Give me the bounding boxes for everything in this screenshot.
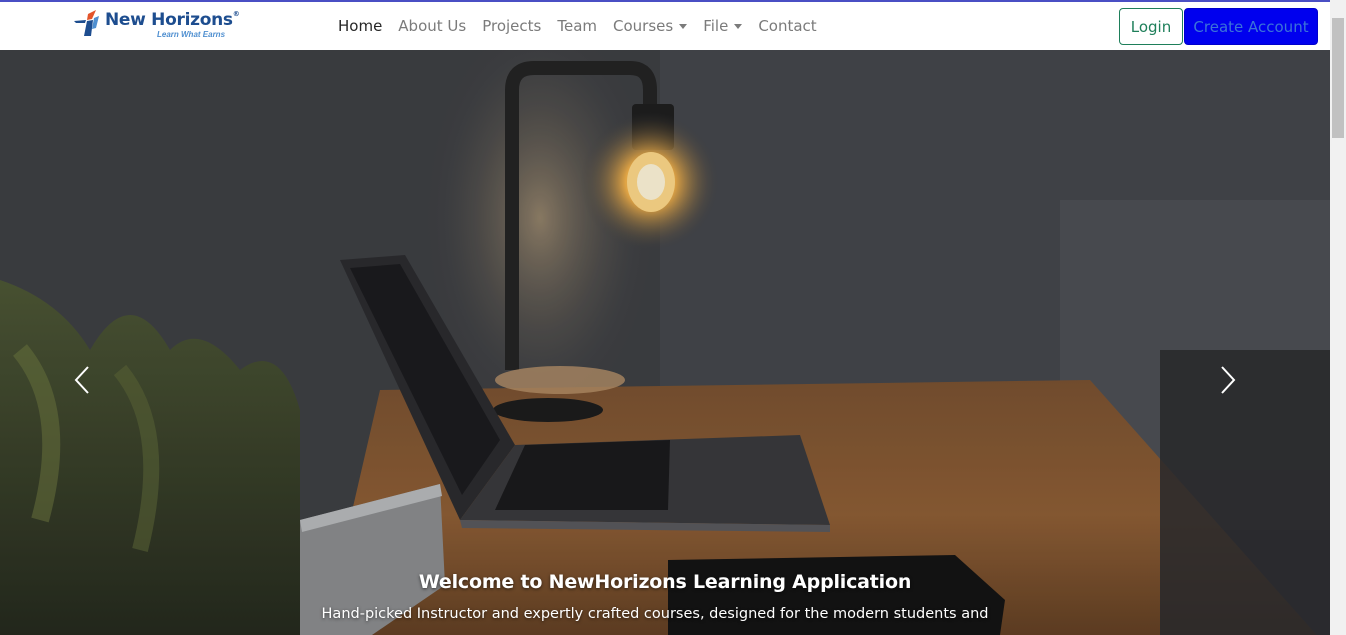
hero-title: Welcome to NewHorizons Learning Applicat… [418,571,912,593]
nav-links: Home About Us Projects Team Courses File… [330,2,825,50]
nav-courses-dropdown[interactable]: Courses [605,17,695,35]
brand-tagline: Learn What Earns [157,30,226,39]
nav-projects[interactable]: Projects [474,17,549,35]
hero-carousel: Welcome to NewHorizons Learning Applicat… [0,50,1330,635]
carousel-prev-button[interactable] [62,350,102,410]
navbar: New Horizons® Learn What Earns Home Abou… [0,2,1330,50]
brand-name: New Horizons® [105,10,240,30]
nav-file-dropdown[interactable]: File [695,17,750,35]
create-account-button[interactable]: Create Account [1184,8,1318,45]
hero-background-image [0,50,1330,635]
nav-courses-label: Courses [613,17,674,35]
brand-logo[interactable]: New Horizons® Learn What Earns [74,8,240,44]
nav-about[interactable]: About Us [390,17,474,35]
caret-down-icon [679,23,688,29]
chevron-left-icon [74,366,89,394]
new-horizons-logo-icon [74,10,99,36]
caret-down-icon [734,23,743,29]
hero-subtitle: Hand-picked Instructor and expertly craf… [321,606,989,622]
nav-contact[interactable]: Contact [750,17,824,35]
chevron-right-icon [1221,366,1236,394]
scrollbar-thumb[interactable] [1332,18,1344,138]
nav-home[interactable]: Home [330,17,390,35]
nav-file-label: File [703,17,729,35]
nav-team[interactable]: Team [549,17,605,35]
page-scrollbar[interactable] [1330,0,1346,635]
carousel-next-button[interactable] [1208,350,1248,410]
login-button[interactable]: Login [1119,8,1183,45]
